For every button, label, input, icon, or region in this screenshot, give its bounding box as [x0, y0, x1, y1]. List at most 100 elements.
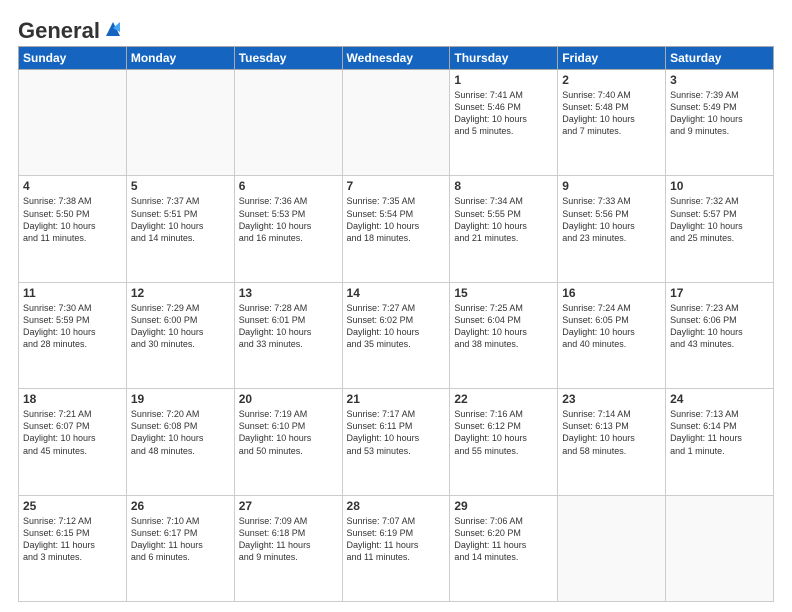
- calendar-cell: 19 Sunrise: 7:20 AM Sunset: 6:08 PM Dayli…: [126, 389, 234, 495]
- day-number: 27: [239, 499, 338, 513]
- day-info: Sunrise: 7:13 AM Sunset: 6:14 PM Dayligh…: [670, 408, 769, 457]
- col-header-saturday: Saturday: [666, 47, 774, 70]
- day-info: Sunrise: 7:24 AM Sunset: 6:05 PM Dayligh…: [562, 302, 661, 351]
- day-number: 29: [454, 499, 553, 513]
- calendar-week-5: 25 Sunrise: 7:12 AM Sunset: 6:15 PM Dayli…: [19, 495, 774, 601]
- day-info: Sunrise: 7:32 AM Sunset: 5:57 PM Dayligh…: [670, 195, 769, 244]
- calendar-cell: 14Sunrise: 7:27 AM Sunset: 6:02 PM Dayli…: [342, 282, 450, 388]
- day-number: 2: [562, 73, 661, 87]
- day-number: 4: [23, 179, 122, 193]
- calendar-week-4: 18Sunrise: 7:21 AM Sunset: 6:07 PM Dayli…: [19, 389, 774, 495]
- calendar-cell: 20 Sunrise: 7:19 AM Sunset: 6:10 PM Dayli…: [234, 389, 342, 495]
- calendar-cell: 24 Sunrise: 7:13 AM Sunset: 6:14 PM Dayli…: [666, 389, 774, 495]
- day-info: Sunrise: 7:19 AM Sunset: 6:10 PM Dayligh…: [239, 408, 338, 457]
- calendar-cell: 9Sunrise: 7:33 AM Sunset: 5:56 PM Daylig…: [558, 176, 666, 282]
- day-number: 23: [562, 392, 661, 406]
- calendar-cell: 16 Sunrise: 7:24 AM Sunset: 6:05 PM Dayli…: [558, 282, 666, 388]
- calendar-cell: 29 Sunrise: 7:06 AM Sunset: 6:20 PM Dayli…: [450, 495, 558, 601]
- day-number: 25: [23, 499, 122, 513]
- calendar-cell: 7 Sunrise: 7:35 AM Sunset: 5:54 PM Daylig…: [342, 176, 450, 282]
- day-info: Sunrise: 7:16 AM Sunset: 6:12 PM Dayligh…: [454, 408, 553, 457]
- col-header-thursday: Thursday: [450, 47, 558, 70]
- day-info: Sunrise: 7:25 AM Sunset: 6:04 PM Dayligh…: [454, 302, 553, 351]
- day-number: 26: [131, 499, 230, 513]
- day-info: Sunrise: 7:40 AM Sunset: 5:48 PM Dayligh…: [562, 89, 661, 138]
- logo: General: [18, 18, 124, 38]
- day-info: Sunrise: 7:29 AM Sunset: 6:00 PM Dayligh…: [131, 302, 230, 351]
- calendar-week-3: 11 Sunrise: 7:30 AM Sunset: 5:59 PM Dayli…: [19, 282, 774, 388]
- day-number: 17: [670, 286, 769, 300]
- calendar-cell: 1 Sunrise: 7:41 AM Sunset: 5:46 PM Daylig…: [450, 70, 558, 176]
- calendar-week-1: 1 Sunrise: 7:41 AM Sunset: 5:46 PM Daylig…: [19, 70, 774, 176]
- calendar-cell: 15 Sunrise: 7:25 AM Sunset: 6:04 PM Dayli…: [450, 282, 558, 388]
- calendar-cell: 5 Sunrise: 7:37 AM Sunset: 5:51 PM Daylig…: [126, 176, 234, 282]
- calendar-cell: 21Sunrise: 7:17 AM Sunset: 6:11 PM Dayli…: [342, 389, 450, 495]
- calendar-cell: [342, 70, 450, 176]
- calendar-cell: 6Sunrise: 7:36 AM Sunset: 5:53 PM Daylig…: [234, 176, 342, 282]
- calendar-cell: 10 Sunrise: 7:32 AM Sunset: 5:57 PM Dayli…: [666, 176, 774, 282]
- calendar-cell: [19, 70, 127, 176]
- day-number: 1: [454, 73, 553, 87]
- calendar-cell: 13Sunrise: 7:28 AM Sunset: 6:01 PM Dayli…: [234, 282, 342, 388]
- day-number: 19: [131, 392, 230, 406]
- day-number: 18: [23, 392, 122, 406]
- day-info: Sunrise: 7:38 AM Sunset: 5:50 PM Dayligh…: [23, 195, 122, 244]
- calendar-cell: 2 Sunrise: 7:40 AM Sunset: 5:48 PM Daylig…: [558, 70, 666, 176]
- day-number: 22: [454, 392, 553, 406]
- col-header-friday: Friday: [558, 47, 666, 70]
- day-info: Sunrise: 7:14 AM Sunset: 6:13 PM Dayligh…: [562, 408, 661, 457]
- day-number: 3: [670, 73, 769, 87]
- day-info: Sunrise: 7:10 AM Sunset: 6:17 PM Dayligh…: [131, 515, 230, 564]
- day-number: 11: [23, 286, 122, 300]
- day-info: Sunrise: 7:36 AM Sunset: 5:53 PM Dayligh…: [239, 195, 338, 244]
- calendar-cell: 18Sunrise: 7:21 AM Sunset: 6:07 PM Dayli…: [19, 389, 127, 495]
- calendar-cell: [558, 495, 666, 601]
- calendar-cell: 23 Sunrise: 7:14 AM Sunset: 6:13 PM Dayli…: [558, 389, 666, 495]
- calendar-week-2: 4 Sunrise: 7:38 AM Sunset: 5:50 PM Daylig…: [19, 176, 774, 282]
- day-info: Sunrise: 7:27 AM Sunset: 6:02 PM Dayligh…: [347, 302, 446, 351]
- logo-icon: [102, 18, 124, 40]
- day-info: Sunrise: 7:33 AM Sunset: 5:56 PM Dayligh…: [562, 195, 661, 244]
- calendar-cell: [666, 495, 774, 601]
- col-header-sunday: Sunday: [19, 47, 127, 70]
- calendar-cell: 17 Sunrise: 7:23 AM Sunset: 6:06 PM Dayli…: [666, 282, 774, 388]
- day-info: Sunrise: 7:06 AM Sunset: 6:20 PM Dayligh…: [454, 515, 553, 564]
- day-number: 15: [454, 286, 553, 300]
- logo-general: General: [18, 18, 100, 44]
- calendar-cell: 22 Sunrise: 7:16 AM Sunset: 6:12 PM Dayli…: [450, 389, 558, 495]
- header: General: [18, 18, 774, 38]
- day-info: Sunrise: 7:23 AM Sunset: 6:06 PM Dayligh…: [670, 302, 769, 351]
- day-number: 16: [562, 286, 661, 300]
- day-info: Sunrise: 7:09 AM Sunset: 6:18 PM Dayligh…: [239, 515, 338, 564]
- page: General SundayMondayTuesdayWednesdayThur…: [0, 0, 792, 612]
- day-number: 10: [670, 179, 769, 193]
- col-header-tuesday: Tuesday: [234, 47, 342, 70]
- day-number: 21: [347, 392, 446, 406]
- calendar-cell: 11 Sunrise: 7:30 AM Sunset: 5:59 PM Dayli…: [19, 282, 127, 388]
- day-number: 13: [239, 286, 338, 300]
- calendar-cell: 12 Sunrise: 7:29 AM Sunset: 6:00 PM Dayli…: [126, 282, 234, 388]
- calendar-table: SundayMondayTuesdayWednesdayThursdayFrid…: [18, 46, 774, 602]
- calendar-cell: 26 Sunrise: 7:10 AM Sunset: 6:17 PM Dayli…: [126, 495, 234, 601]
- day-number: 28: [347, 499, 446, 513]
- calendar-cell: 28 Sunrise: 7:07 AM Sunset: 6:19 PM Dayli…: [342, 495, 450, 601]
- day-info: Sunrise: 7:39 AM Sunset: 5:49 PM Dayligh…: [670, 89, 769, 138]
- day-info: Sunrise: 7:37 AM Sunset: 5:51 PM Dayligh…: [131, 195, 230, 244]
- day-info: Sunrise: 7:20 AM Sunset: 6:08 PM Dayligh…: [131, 408, 230, 457]
- calendar-cell: 4 Sunrise: 7:38 AM Sunset: 5:50 PM Daylig…: [19, 176, 127, 282]
- day-number: 20: [239, 392, 338, 406]
- day-info: Sunrise: 7:30 AM Sunset: 5:59 PM Dayligh…: [23, 302, 122, 351]
- col-header-monday: Monday: [126, 47, 234, 70]
- day-info: Sunrise: 7:07 AM Sunset: 6:19 PM Dayligh…: [347, 515, 446, 564]
- col-header-wednesday: Wednesday: [342, 47, 450, 70]
- day-info: Sunrise: 7:35 AM Sunset: 5:54 PM Dayligh…: [347, 195, 446, 244]
- day-info: Sunrise: 7:12 AM Sunset: 6:15 PM Dayligh…: [23, 515, 122, 564]
- calendar-cell: [234, 70, 342, 176]
- day-info: Sunrise: 7:34 AM Sunset: 5:55 PM Dayligh…: [454, 195, 553, 244]
- day-number: 5: [131, 179, 230, 193]
- day-number: 7: [347, 179, 446, 193]
- calendar-cell: 3 Sunrise: 7:39 AM Sunset: 5:49 PM Daylig…: [666, 70, 774, 176]
- day-number: 12: [131, 286, 230, 300]
- day-number: 24: [670, 392, 769, 406]
- day-info: Sunrise: 7:41 AM Sunset: 5:46 PM Dayligh…: [454, 89, 553, 138]
